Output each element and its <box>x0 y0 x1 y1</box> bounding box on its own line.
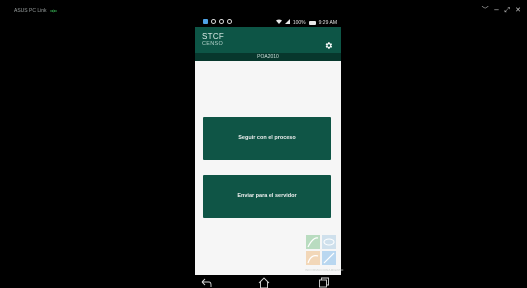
collapse-button[interactable]: ﹀ <box>482 6 489 14</box>
battery-icon <box>308 20 316 25</box>
phone-screen: 100% 9:29 AM STCF CENSO POA2010 Seguir c… <box>195 17 344 288</box>
logo-caption: INFORMACIONAMIENTO <box>305 268 344 272</box>
notification-icon <box>227 19 232 24</box>
window-controls: ﹀ − ⤢ ✕ <box>482 6 521 14</box>
host-app-name: ASUS PC Link <box>14 8 47 14</box>
home-icon[interactable] <box>258 276 270 288</box>
signal-icon <box>284 19 290 26</box>
battery-percent: 100% <box>292 19 306 26</box>
desktop-screen: ASUS PC Link ﹀ − ⤢ ✕ 100% 9:29 AM STCF C… <box>0 0 527 288</box>
notification-icon <box>219 19 224 24</box>
recent-apps-icon[interactable] <box>318 276 330 288</box>
notification-icons <box>203 19 232 24</box>
maximize-button[interactable]: ⤢ <box>505 6 511 14</box>
app-title: STCF <box>202 32 225 41</box>
project-bar: POA2010 <box>195 53 341 61</box>
close-button[interactable]: ✕ <box>515 6 521 14</box>
clock: 9:29 AM <box>318 19 337 26</box>
sync-icon <box>211 19 216 24</box>
main-content: Seguir con el proceso Enviar para el ser… <box>195 61 344 275</box>
send-to-server-button[interactable]: Enviar para el servidor <box>203 175 331 218</box>
connection-icon <box>49 9 57 13</box>
wifi-icon <box>275 19 282 26</box>
back-icon[interactable] <box>200 276 212 288</box>
project-code: POA2010 <box>257 54 279 60</box>
app-notification-icon <box>203 19 208 24</box>
status-bar: 100% 9:29 AM <box>195 17 341 27</box>
minimize-button[interactable]: − <box>494 6 500 14</box>
system-status: 100% 9:29 AM <box>275 19 337 26</box>
host-window-title: ASUS PC Link <box>14 8 57 14</box>
app-subtitle: CENSO <box>202 41 224 47</box>
organization-logo: INFORMACIONAMIENTO <box>305 234 344 274</box>
continue-process-button[interactable]: Seguir con el proceso <box>203 117 331 160</box>
gear-icon[interactable] <box>324 37 333 49</box>
navigation-bar <box>195 275 341 288</box>
